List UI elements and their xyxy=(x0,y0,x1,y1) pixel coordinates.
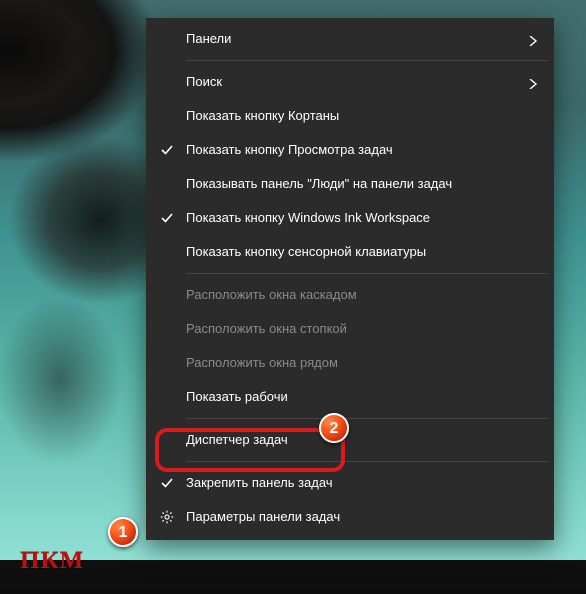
menu-item-cortana[interactable]: Показать кнопку Кортаны xyxy=(146,99,554,133)
separator xyxy=(186,60,548,61)
check-icon xyxy=(160,476,174,490)
annotation-badge-1: 1 xyxy=(108,517,138,547)
taskbar-context-menu: Панели Поиск Показать кнопку Кортаны Пок… xyxy=(146,18,554,540)
menu-item-label: Поиск xyxy=(186,74,222,89)
chevron-right-icon xyxy=(528,77,538,87)
menu-item-touch-keyboard[interactable]: Показать кнопку сенсорной клавиатуры xyxy=(146,235,554,269)
menu-item-label: Расположить окна каскадом xyxy=(186,287,357,302)
menu-item-label: Показать рабочи xyxy=(186,389,288,404)
taskbar[interactable] xyxy=(0,560,586,594)
check-icon xyxy=(160,143,174,157)
chevron-right-icon xyxy=(528,34,538,44)
menu-item-label: Панели xyxy=(186,31,231,46)
menu-item-label: Закрепить панель задач xyxy=(186,475,333,490)
annotation-pkm-label: ПКМ xyxy=(20,547,84,575)
separator xyxy=(186,461,548,462)
separator xyxy=(186,273,548,274)
menu-item-task-manager[interactable]: Диспетчер задач xyxy=(146,423,554,457)
check-icon xyxy=(160,211,174,225)
menu-item-lock-taskbar[interactable]: Закрепить панель задач xyxy=(146,466,554,500)
separator xyxy=(186,418,548,419)
menu-item-label: Показать кнопку Кортаны xyxy=(186,108,339,123)
menu-item-label: Диспетчер задач xyxy=(186,432,288,447)
menu-item-side-by-side: Расположить окна рядом xyxy=(146,346,554,380)
menu-item-search[interactable]: Поиск xyxy=(146,65,554,99)
menu-item-label: Показывать панель "Люди" на панели задач xyxy=(186,176,452,191)
gear-icon xyxy=(160,510,174,524)
menu-item-taskview[interactable]: Показать кнопку Просмотра задач xyxy=(146,133,554,167)
menu-item-stack: Расположить окна стопкой xyxy=(146,312,554,346)
menu-item-label: Показать кнопку Windows Ink Workspace xyxy=(186,210,430,225)
menu-item-ink-workspace[interactable]: Показать кнопку Windows Ink Workspace xyxy=(146,201,554,235)
menu-item-label: Показать кнопку сенсорной клавиатуры xyxy=(186,244,426,259)
menu-item-panels[interactable]: Панели xyxy=(146,22,554,56)
menu-item-label: Показать кнопку Просмотра задач xyxy=(186,142,393,157)
menu-item-label: Расположить окна стопкой xyxy=(186,321,347,336)
menu-item-taskbar-settings[interactable]: Параметры панели задач xyxy=(146,500,554,534)
menu-item-show-desktop[interactable]: Показать рабочи xyxy=(146,380,554,414)
menu-item-people[interactable]: Показывать панель "Люди" на панели задач xyxy=(146,167,554,201)
menu-item-cascade: Расположить окна каскадом xyxy=(146,278,554,312)
menu-item-label: Расположить окна рядом xyxy=(186,355,338,370)
annotation-badge-2: 2 xyxy=(319,413,349,443)
menu-item-label: Параметры панели задач xyxy=(186,509,340,524)
